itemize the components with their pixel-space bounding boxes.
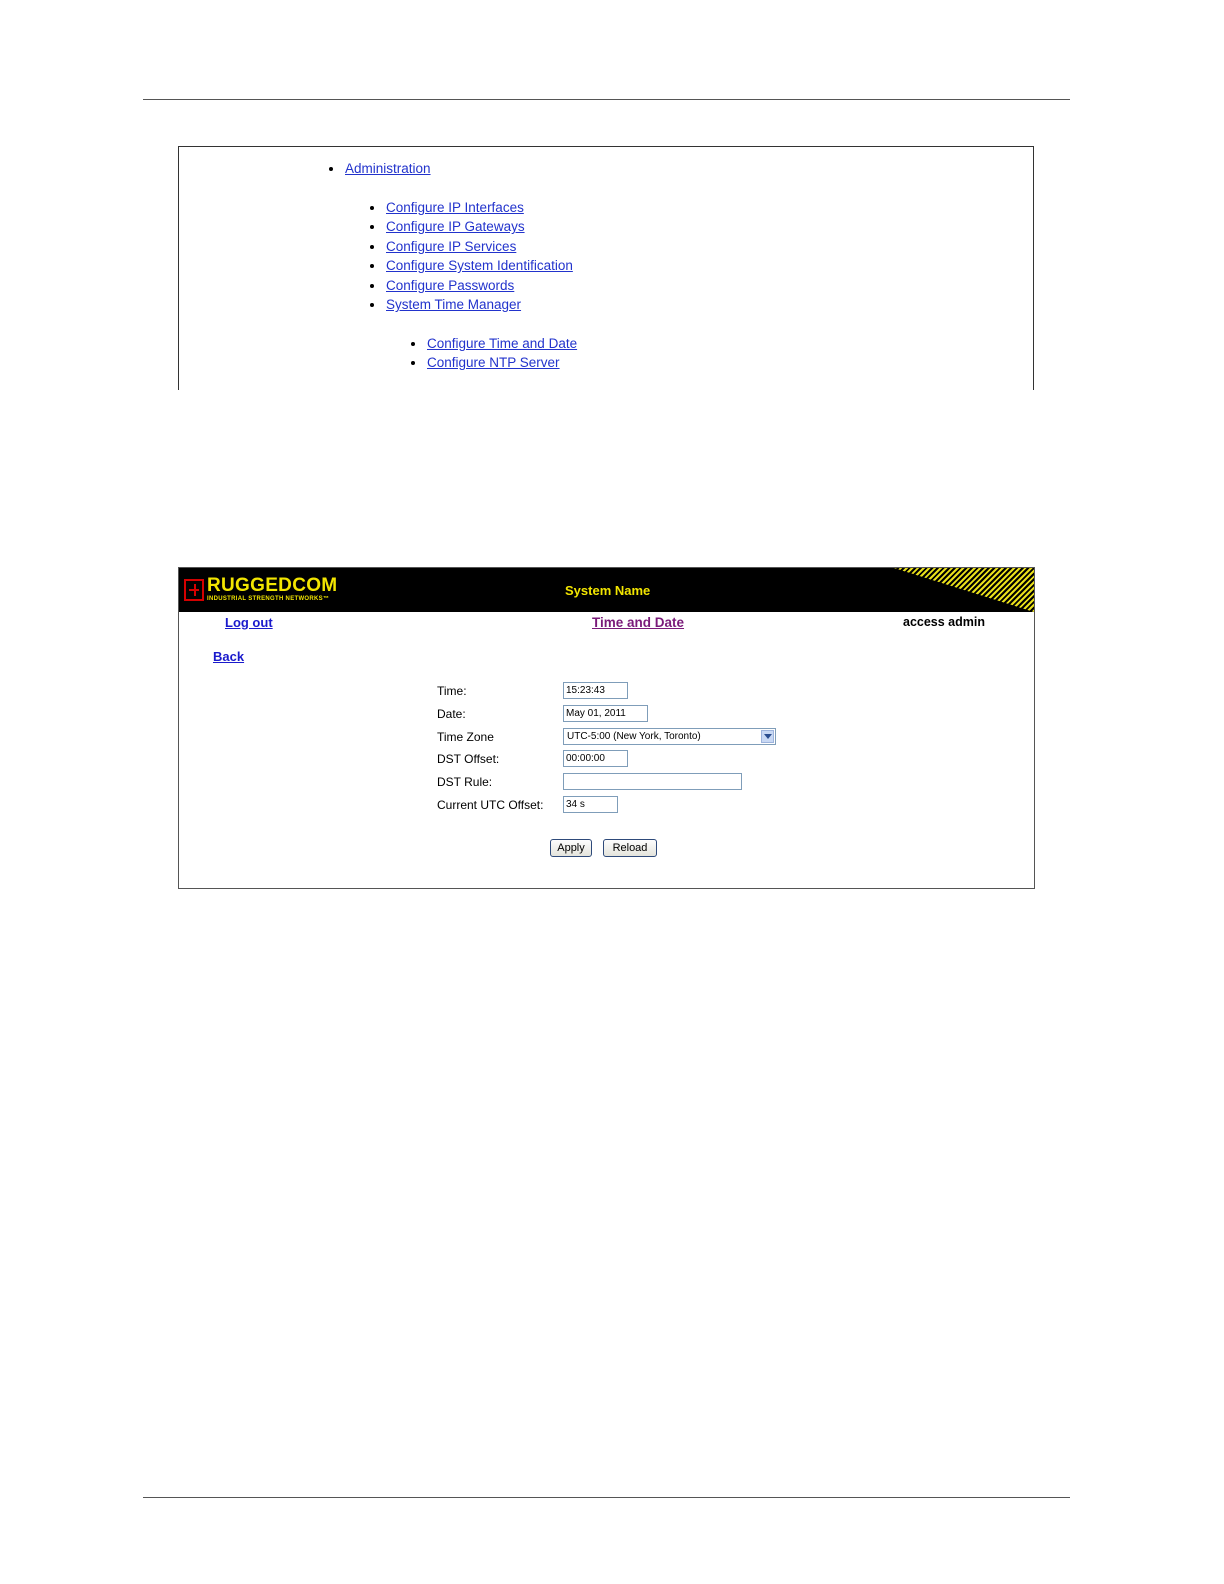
menu-item-ip-interfaces[interactable]: Configure IP Interfaces [370,200,524,216]
system-name: System Name [565,583,651,598]
date-label: Date: [437,707,466,721]
ruggedcom-logo-icon [184,579,204,601]
menu-item-ip-gateways[interactable]: Configure IP Gateways [370,219,525,235]
configure-ip-gateways-link[interactable]: Configure IP Gateways [386,219,525,234]
bullet-icon [370,206,374,210]
date-input[interactable]: May 01, 2011 [563,705,648,722]
menu-item-ip-services[interactable]: Configure IP Services [370,239,516,255]
administration-link[interactable]: Administration [345,161,431,176]
dst-offset-label: DST Offset: [437,752,500,766]
bullet-icon [411,361,415,365]
configure-passwords-link[interactable]: Configure Passwords [386,278,514,293]
page-title[interactable]: Time and Date [592,615,684,630]
bullet-icon [411,342,415,346]
header-rule [143,99,1070,100]
menu-item-system-time-manager[interactable]: System Time Manager [370,297,521,313]
utc-offset-label: Current UTC Offset: [437,798,544,812]
hazard-stripes-decoration [894,568,1034,612]
time-label: Time: [437,684,467,698]
back-link[interactable]: Back [213,649,244,664]
time-input[interactable]: 15:23:43 [563,682,628,699]
menu-item-system-identification[interactable]: Configure System Identification [370,258,573,274]
app-header: RUGGEDCOM INDUSTRIAL STRENGTH NETWORKS™ … [179,568,1034,612]
reload-button[interactable]: Reload [603,839,657,857]
dst-rule-label: DST Rule: [437,775,493,789]
bullet-icon [370,264,374,268]
configure-time-and-date-link[interactable]: Configure Time and Date [427,336,577,351]
dst-offset-input[interactable]: 00:00:00 [563,750,628,767]
chevron-down-icon[interactable] [761,730,774,743]
footer-rule [143,1497,1070,1498]
access-level: access admin [903,615,985,629]
configure-system-identification-link[interactable]: Configure System Identification [386,258,573,273]
timezone-label: Time Zone [437,730,494,744]
dst-rule-input[interactable] [563,773,742,790]
timezone-select[interactable]: UTC-5:00 (New York, Toronto) [563,728,776,745]
configure-ip-services-link[interactable]: Configure IP Services [386,239,516,254]
apply-button[interactable]: Apply [550,839,592,857]
time-date-screenshot: RUGGEDCOM INDUSTRIAL STRENGTH NETWORKS™ … [178,567,1035,889]
menu-item-time-and-date[interactable]: Configure Time and Date [411,336,577,352]
bullet-icon [370,245,374,249]
menu-screenshot: Administration Configure IP Interfaces C… [178,146,1034,390]
bullet-icon [370,225,374,229]
timezone-selected-value: UTC-5:00 (New York, Toronto) [567,731,701,742]
menu-item-administration[interactable]: Administration [329,161,431,177]
system-time-manager-link[interactable]: System Time Manager [386,297,521,312]
configure-ip-interfaces-link[interactable]: Configure IP Interfaces [386,200,524,215]
logo-tagline: INDUSTRIAL STRENGTH NETWORKS™ [207,596,330,602]
menu-item-ntp-server[interactable]: Configure NTP Server [411,355,560,371]
utc-offset-input[interactable]: 34 s [563,796,618,813]
bullet-icon [370,284,374,288]
configure-ntp-server-link[interactable]: Configure NTP Server [427,355,560,370]
logout-link[interactable]: Log out [225,615,273,630]
bullet-icon [370,303,374,307]
bullet-icon [329,167,333,171]
menu-item-passwords[interactable]: Configure Passwords [370,278,514,294]
logo-text: RUGGEDCOM [207,575,338,596]
